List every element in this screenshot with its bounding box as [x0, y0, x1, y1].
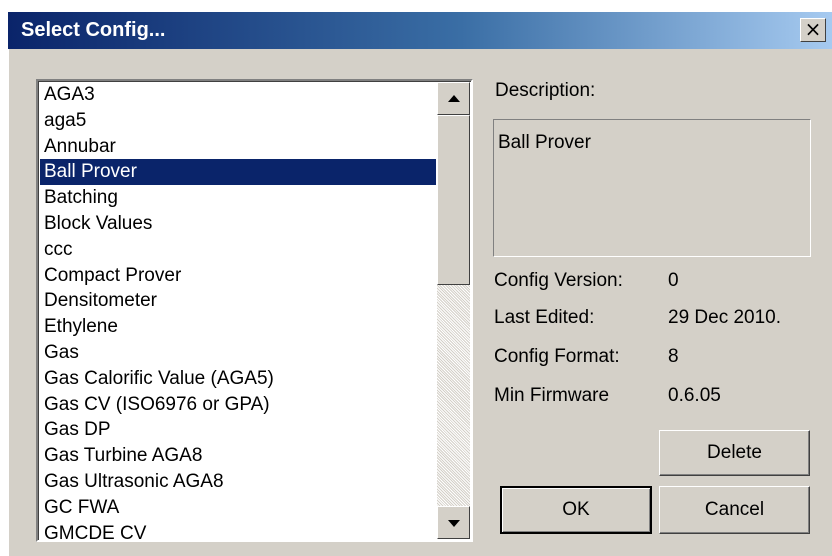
list-item[interactable]: Ethylene: [40, 314, 436, 340]
list-item[interactable]: Gas: [40, 340, 436, 366]
last-edited-value: 29 Dec 2010.: [668, 307, 782, 328]
scroll-down-button[interactable]: [437, 506, 470, 539]
scroll-thumb[interactable]: [437, 115, 470, 285]
window-title: Select Config...: [21, 19, 166, 41]
ok-button[interactable]: OK: [500, 486, 652, 534]
list-item[interactable]: Densitometer: [40, 288, 436, 314]
config-format-label: Config Format:: [494, 346, 620, 367]
config-version-value: 0: [668, 270, 679, 291]
scroll-up-button[interactable]: [437, 82, 470, 115]
list-item[interactable]: aga5: [40, 108, 436, 134]
list-item[interactable]: Compact Prover: [40, 263, 436, 289]
vertical-scrollbar[interactable]: [437, 82, 470, 539]
config-list: AGA3 aga5 Annubar Ball Prover Batching Block …: [40, 82, 436, 540]
cancel-button[interactable]: Cancel: [659, 486, 810, 534]
list-item[interactable]: Gas Calorific Value (AGA5): [40, 366, 436, 392]
min-firmware-label: Min Firmware: [494, 385, 610, 406]
min-firmware-value: 0.6.05: [668, 385, 721, 406]
list-item[interactable]: Batching: [40, 185, 436, 211]
description-box: Ball Prover: [493, 119, 811, 257]
arrow-down-icon: [448, 520, 460, 527]
list-item[interactable]: AGA3: [40, 82, 436, 108]
list-item[interactable]: Gas Ultrasonic AGA8: [40, 469, 436, 495]
list-item[interactable]: GMCDE CV: [40, 521, 436, 540]
list-item[interactable]: GC FWA: [40, 495, 436, 521]
description-value: Ball Prover: [498, 132, 591, 153]
config-format-value: 8: [668, 346, 679, 367]
close-button[interactable]: ×: [800, 18, 826, 42]
list-item[interactable]: Gas Turbine AGA8: [40, 443, 436, 469]
list-item[interactable]: Gas DP: [40, 417, 436, 443]
arrow-up-icon: [448, 95, 460, 102]
delete-button[interactable]: Delete: [659, 430, 810, 476]
list-item[interactable]: Annubar: [40, 134, 436, 160]
title-bar[interactable]: Select Config... ×: [8, 12, 832, 49]
config-version-label: Config Version:: [494, 270, 623, 291]
list-item[interactable]: Gas CV (ISO6976 or GPA): [40, 392, 436, 418]
config-listbox[interactable]: AGA3 aga5 Annubar Ball Prover Batching Block …: [36, 79, 473, 542]
description-label: Description:: [495, 80, 596, 101]
list-item[interactable]: Ball Prover: [40, 159, 436, 186]
last-edited-label: Last Edited:: [494, 307, 595, 328]
list-item[interactable]: Block Values: [40, 211, 436, 237]
list-item[interactable]: ccc: [40, 237, 436, 263]
